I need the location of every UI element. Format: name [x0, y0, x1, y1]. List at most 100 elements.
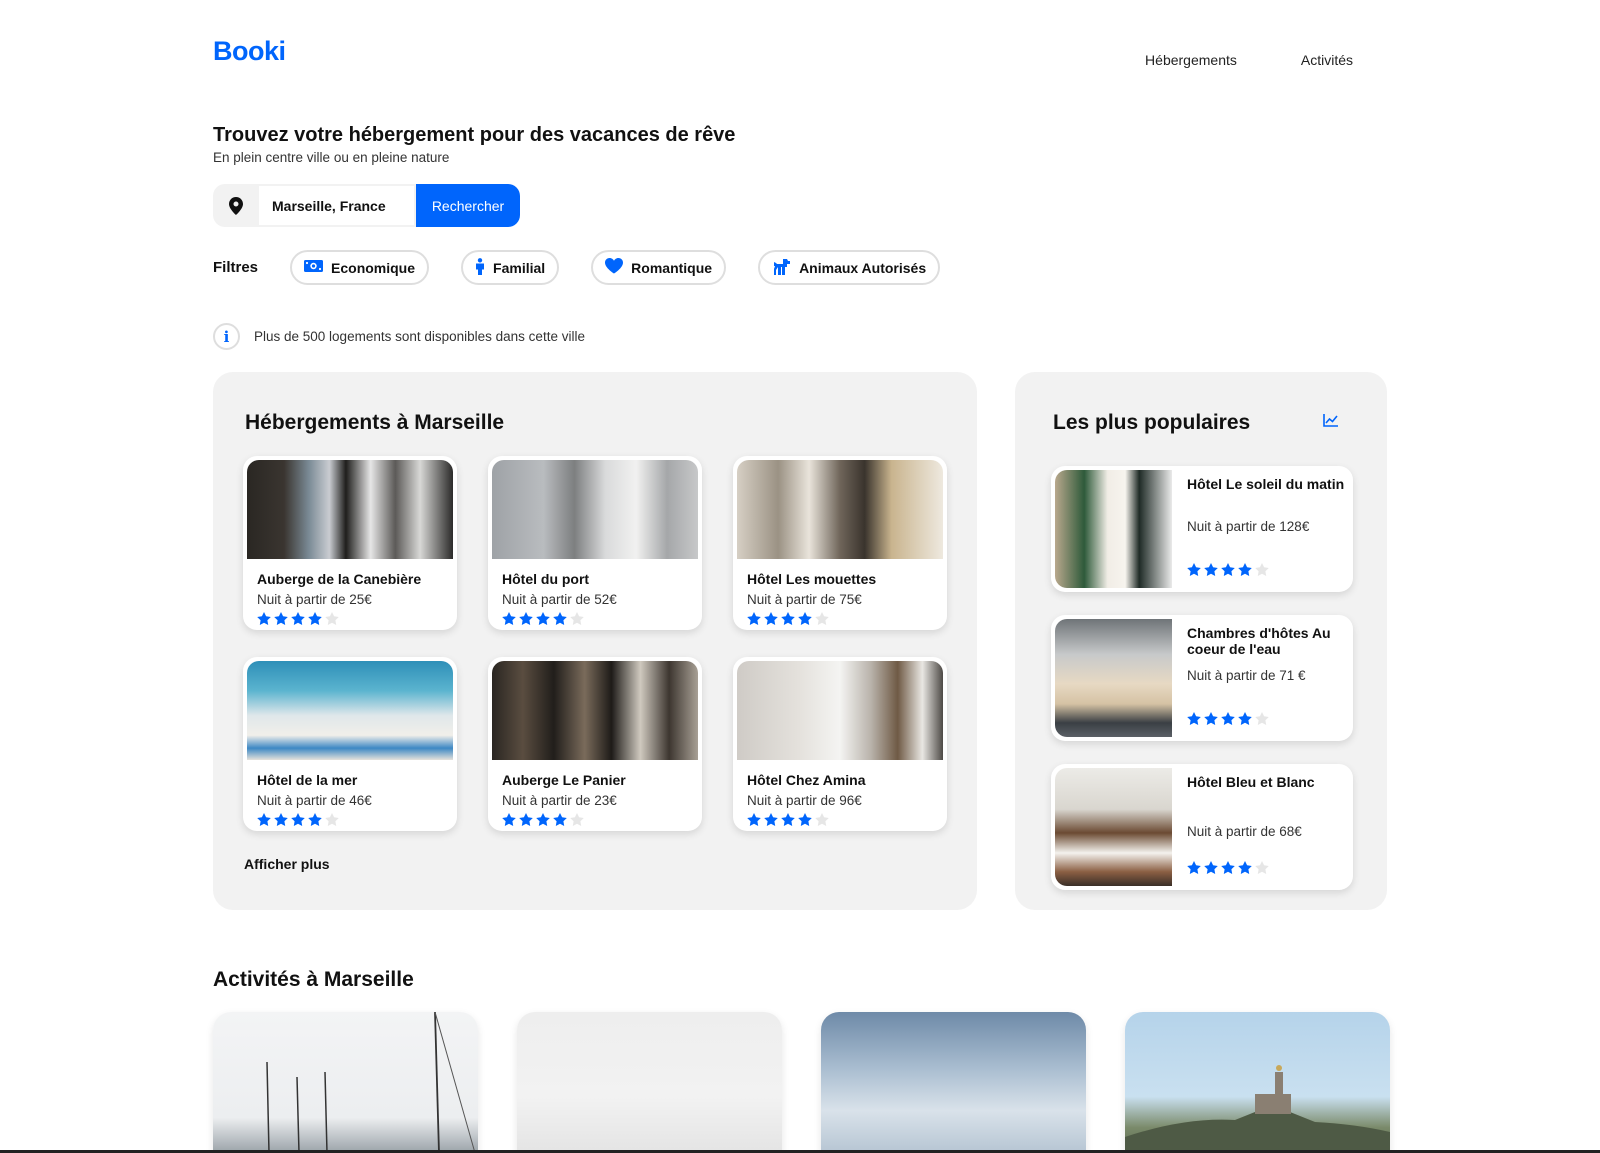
nav-link-activites[interactable]: Activités	[1301, 52, 1353, 68]
booki-logo[interactable]: Booki	[213, 36, 286, 67]
hebergements-title: Hébergements à Marseille	[245, 411, 505, 434]
info-icon: i	[213, 323, 240, 350]
star-rating	[1187, 861, 1272, 879]
star-icon	[1204, 861, 1218, 874]
filter-label: Romantique	[631, 259, 713, 276]
star-icon	[570, 813, 584, 826]
hebergement-photo	[737, 661, 943, 760]
star-icon	[308, 612, 322, 625]
popular-card[interactable]: Hôtel Bleu et Blanc Nuit à partir de 68€	[1051, 764, 1353, 890]
star-icon	[747, 813, 761, 826]
popular-price: Nuit à partir de 68€	[1187, 824, 1302, 839]
star-icon	[519, 813, 533, 826]
star-icon	[1187, 712, 1201, 725]
star-icon	[536, 813, 550, 826]
filter-romantique[interactable]: Romantique	[591, 250, 727, 285]
info-text: Plus de 500 logements sont disponibles d…	[254, 329, 585, 344]
star-icon	[291, 612, 305, 625]
activity-card[interactable]	[821, 1012, 1086, 1153]
hebergement-price: Nuit à partir de 52€	[502, 592, 617, 607]
star-rating	[1187, 712, 1272, 730]
search-button[interactable]: Rechercher	[416, 184, 520, 227]
hebergement-name: Auberge Le Panier	[502, 772, 626, 788]
popular-price: Nuit à partir de 71 €	[1187, 668, 1306, 683]
activites-title: Activités à Marseille	[213, 968, 414, 991]
filter-familial[interactable]: Familial	[461, 250, 560, 285]
hebergement-name: Hôtel Chez Amina	[747, 772, 866, 788]
star-icon	[764, 813, 778, 826]
star-icon	[1221, 861, 1235, 874]
star-icon	[1221, 563, 1235, 576]
star-icon	[257, 813, 271, 826]
header: Booki Hébergements Activités	[213, 36, 1353, 86]
hero: Trouvez votre hébergement pour des vacan…	[213, 124, 735, 165]
hebergement-name: Hôtel Les mouettes	[747, 571, 877, 587]
person-icon	[475, 257, 485, 278]
hero-title: Trouvez votre hébergement pour des vacan…	[213, 124, 736, 146]
star-icon	[1187, 563, 1201, 576]
filter-label: Economique	[331, 259, 416, 276]
star-icon	[519, 612, 533, 625]
star-icon	[781, 612, 795, 625]
star-icon	[764, 612, 778, 625]
star-icon	[502, 612, 516, 625]
star-rating	[257, 813, 342, 831]
popular-card[interactable]: Hôtel Le soleil du matin Nuit à partir d…	[1051, 466, 1353, 592]
search-bar: Marseille, France Rechercher	[213, 184, 520, 227]
star-icon	[308, 813, 322, 826]
filter-label: Familial	[493, 259, 546, 276]
hebergement-price: Nuit à partir de 25€	[257, 592, 372, 607]
hebergement-price: Nuit à partir de 23€	[502, 793, 617, 808]
hebergement-name: Hôtel du port	[502, 571, 590, 587]
heart-icon	[605, 258, 624, 277]
filter-animaux[interactable]: Animaux Autorisés	[758, 250, 941, 285]
show-more-link[interactable]: Afficher plus	[244, 856, 330, 872]
activity-card[interactable]	[517, 1012, 782, 1153]
star-icon	[815, 813, 829, 826]
popular-price: Nuit à partir de 128€	[1187, 519, 1310, 534]
hebergement-photo	[492, 661, 698, 760]
popular-card[interactable]: Chambres d'hôtes Au coeur de l'eau Nuit …	[1051, 615, 1353, 741]
star-icon	[257, 612, 271, 625]
star-icon	[815, 612, 829, 625]
star-icon	[798, 813, 812, 826]
star-icon	[1255, 861, 1269, 874]
star-icon	[570, 612, 584, 625]
star-icon	[1238, 861, 1252, 874]
hebergement-card[interactable]: Auberge Le Panier Nuit à partir de 23€	[488, 657, 702, 831]
star-rating	[747, 612, 832, 630]
star-icon	[274, 612, 288, 625]
popular-photo	[1055, 619, 1172, 737]
search-input[interactable]: Marseille, France	[259, 184, 416, 227]
star-icon	[274, 813, 288, 826]
hebergement-photo	[247, 460, 453, 559]
star-icon	[502, 813, 516, 826]
money-icon	[304, 259, 324, 276]
hebergement-price: Nuit à partir de 96€	[747, 793, 862, 808]
hebergement-name: Hôtel de la mer	[257, 772, 358, 788]
trend-chart-icon	[1323, 414, 1338, 432]
filters-bar: Filtres Economique Familial Romantique A…	[213, 250, 972, 285]
dog-icon	[772, 258, 791, 278]
filter-economique[interactable]: Economique	[290, 250, 430, 285]
star-icon	[325, 813, 339, 826]
popular-name: Hôtel Le soleil du matin	[1187, 476, 1345, 492]
hebergement-price: Nuit à partir de 46€	[257, 793, 372, 808]
star-icon	[325, 612, 339, 625]
hebergement-card[interactable]: Hôtel Chez Amina Nuit à partir de 96€	[733, 657, 947, 831]
nav-link-hebergements[interactable]: Hébergements	[1145, 52, 1237, 68]
star-icon	[1238, 712, 1252, 725]
star-rating	[257, 612, 342, 630]
hebergement-card[interactable]: Hôtel de la mer Nuit à partir de 46€	[243, 657, 457, 831]
hebergement-card[interactable]: Hôtel Les mouettes Nuit à partir de 75€	[733, 456, 947, 630]
star-rating	[1187, 563, 1272, 581]
hebergement-photo	[737, 460, 943, 559]
hebergement-card[interactable]: Hôtel du port Nuit à partir de 52€	[488, 456, 702, 630]
sailboat-masts-photo	[266, 1012, 476, 1153]
hebergement-name: Auberge de la Canebière	[257, 571, 422, 587]
hebergement-card[interactable]: Auberge de la Canebière Nuit à partir de…	[243, 456, 457, 630]
activity-card[interactable]	[213, 1012, 478, 1153]
popular-name: Chambres d'hôtes Au coeur de l'eau	[1187, 625, 1331, 657]
populaires-title: Les plus populaires	[1053, 411, 1251, 434]
activity-card[interactable]	[1125, 1012, 1390, 1153]
